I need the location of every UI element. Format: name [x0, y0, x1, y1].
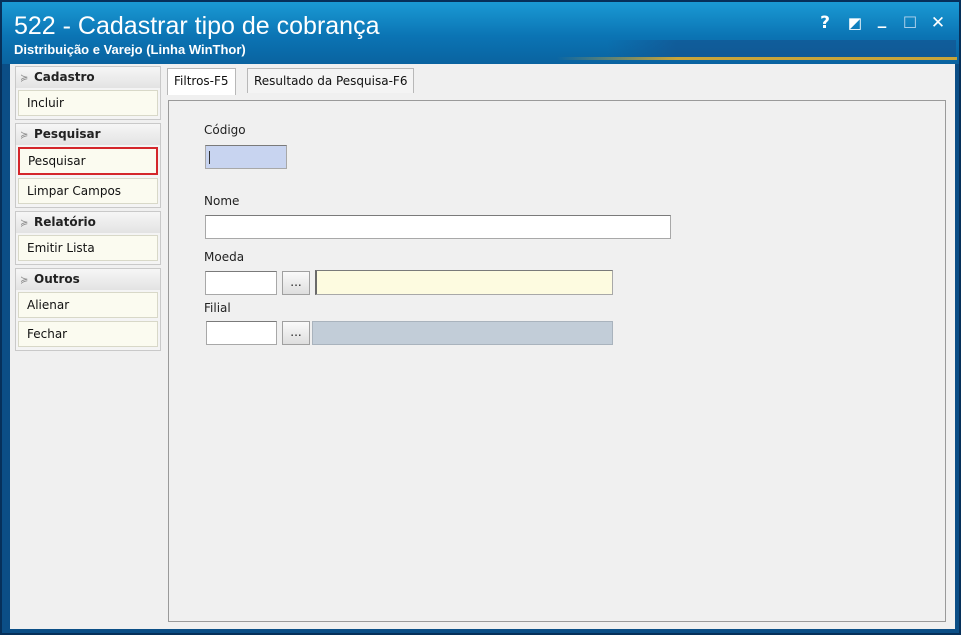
sidebar: ≽ Cadastro Incluir ≽ Pesquisar Pesquisar L… — [15, 66, 161, 354]
window-title: 522 - Cadastrar tipo de cobrança — [14, 12, 380, 40]
pesquisar-button[interactable]: Pesquisar — [18, 147, 158, 175]
group-header-cadastro[interactable]: ≽ Cadastro — [16, 67, 160, 88]
incluir-button[interactable]: Incluir — [18, 90, 158, 116]
filial-search-button[interactable]: ... — [282, 321, 310, 345]
group-outros: ≽ Outros Alienar Fechar — [15, 268, 161, 351]
filial-description-field — [312, 321, 613, 345]
application-window: 522 - Cadastrar tipo de cobrança Distrib… — [0, 0, 961, 635]
chevron-down-icon: ≽ — [20, 275, 29, 286]
filial-label: Filial — [204, 301, 231, 315]
title-bar: 522 - Cadastrar tipo de cobrança Distrib… — [2, 2, 959, 64]
theme-icon[interactable]: ◩ — [844, 12, 866, 34]
alienar-button[interactable]: Alienar — [18, 292, 158, 318]
group-relatorio: ≽ Relatório Emitir Lista — [15, 211, 161, 265]
group-cadastro: ≽ Cadastro Incluir — [15, 66, 161, 120]
window-subtitle: Distribuição e Varejo (Linha WinThor) — [14, 42, 246, 57]
nome-input[interactable] — [205, 215, 671, 239]
tab-resultado-pesquisa[interactable]: Resultado da Pesquisa-F6 — [247, 68, 415, 93]
group-header-outros[interactable]: ≽ Outros — [16, 269, 160, 290]
moeda-description-field — [315, 270, 613, 295]
group-header-pesquisar[interactable]: ≽ Pesquisar — [16, 124, 160, 145]
chevron-down-icon: ≽ — [20, 73, 29, 84]
chevron-down-icon: ≽ — [20, 130, 29, 141]
moeda-code-input[interactable] — [205, 271, 277, 295]
moeda-label: Moeda — [204, 250, 245, 264]
moeda-search-button[interactable]: ... — [282, 271, 310, 295]
filial-code-input[interactable] — [206, 321, 277, 345]
filter-panel: Código Nome Moeda ... Filial ... — [168, 100, 946, 622]
limpar-campos-button[interactable]: Limpar Campos — [18, 178, 158, 204]
close-icon[interactable]: ✕ — [927, 12, 949, 34]
chevron-down-icon: ≽ — [20, 218, 29, 229]
emitir-lista-button[interactable]: Emitir Lista — [18, 235, 158, 261]
codigo-input[interactable] — [205, 145, 287, 169]
fechar-button[interactable]: Fechar — [18, 321, 158, 347]
maximize-icon[interactable]: ☐ — [899, 12, 921, 34]
group-header-relatorio[interactable]: ≽ Relatório — [16, 212, 160, 233]
help-icon[interactable]: ? — [814, 12, 836, 34]
minimize-icon[interactable]: _ — [871, 8, 893, 30]
codigo-label: Código — [204, 123, 246, 137]
content-area: ≽ Cadastro Incluir ≽ Pesquisar Pesquisar L… — [10, 64, 955, 629]
nome-label: Nome — [204, 194, 240, 208]
tab-filtros[interactable]: Filtros-F5 — [167, 68, 236, 95]
group-pesquisar: ≽ Pesquisar Pesquisar Limpar Campos — [15, 123, 161, 208]
